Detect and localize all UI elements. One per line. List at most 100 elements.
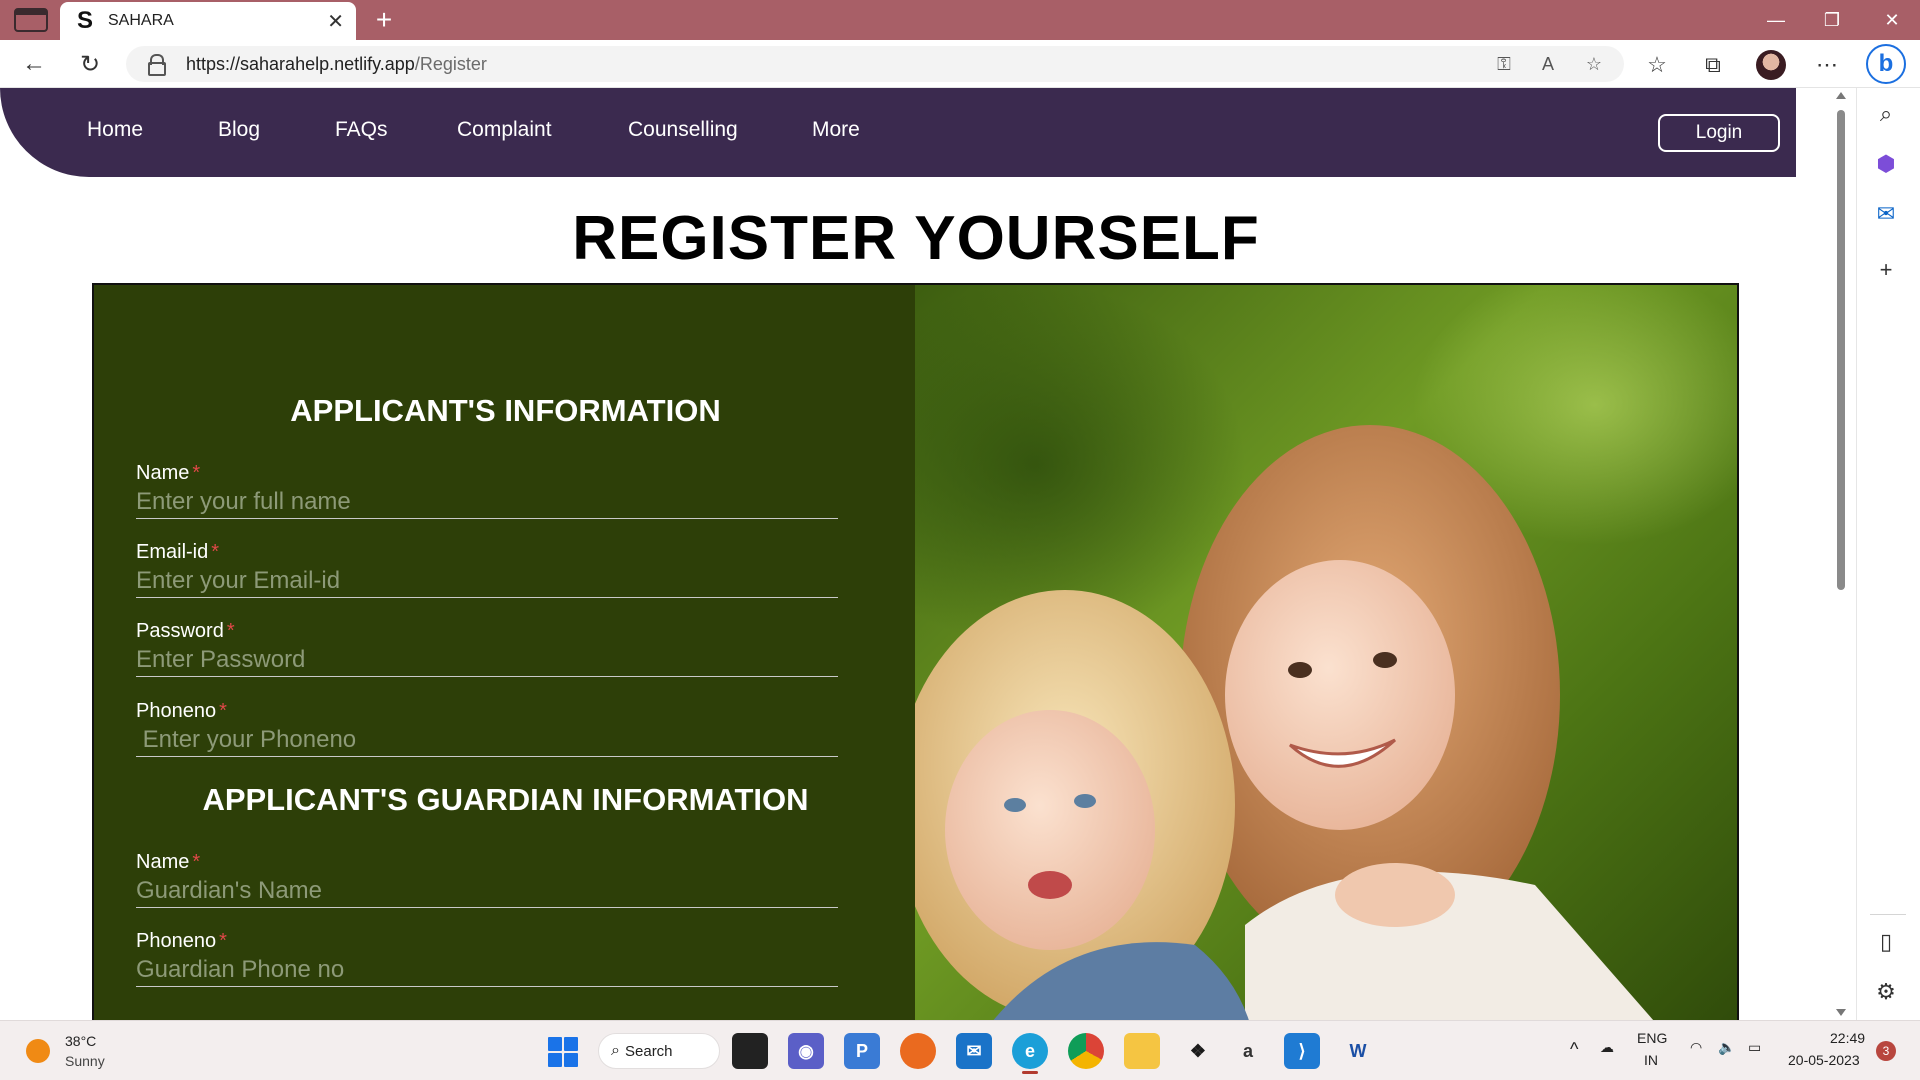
file-explorer-icon[interactable] (1124, 1033, 1160, 1069)
label-text: Phoneno (136, 700, 217, 722)
label-text: Password (136, 620, 224, 642)
browser-tab-bar: S SAHARA ✕ + — ❐ ✕ (0, 0, 1920, 40)
login-button[interactable]: Login (1658, 114, 1780, 152)
applicant-email-input[interactable] (136, 564, 838, 598)
onedrive-icon[interactable]: ☁ (1600, 1039, 1614, 1056)
page-scrollbar[interactable] (1832, 88, 1850, 1020)
taskbar-search-label: Search (625, 1042, 673, 1060)
close-window-button[interactable]: ✕ (1864, 0, 1920, 40)
language-bottom[interactable]: IN (1644, 1052, 1658, 1068)
weather-temperature[interactable]: 38°C (65, 1033, 96, 1049)
collections-icon[interactable]: ⧉ (1696, 48, 1730, 82)
mail-icon[interactable]: ✉ (956, 1033, 992, 1069)
task-view-icon[interactable] (732, 1033, 768, 1069)
bing-chat-icon[interactable]: b (1866, 44, 1906, 84)
label-text: Name (136, 851, 190, 873)
guardian-phone-label: Phoneno * (136, 930, 227, 953)
teams-chat-icon[interactable]: ◉ (788, 1033, 824, 1069)
nav-blog-link[interactable]: Blog (218, 118, 260, 142)
tab-title: SAHARA (108, 12, 174, 29)
lock-icon (148, 54, 166, 76)
nav-counselling-link[interactable]: Counselling (628, 118, 738, 142)
applicant-name-label: Name * (136, 462, 200, 485)
page-title: REGISTER YOURSELF (572, 204, 1260, 273)
label-text: Phoneno (136, 930, 217, 952)
registration-form: APPLICANT'S INFORMATION Name* Email-id* … (92, 283, 915, 1020)
word-icon[interactable]: W (1340, 1033, 1376, 1069)
firefox-icon[interactable] (900, 1033, 936, 1069)
search-icon[interactable]: ⌕ (1870, 98, 1902, 130)
profile-avatar[interactable] (1756, 50, 1786, 80)
password-key-icon[interactable]: ⚿ (1490, 50, 1518, 78)
windows-start-icon[interactable] (548, 1037, 578, 1067)
weather-condition[interactable]: Sunny (65, 1053, 105, 1069)
edge-browser-icon[interactable]: e (1012, 1033, 1048, 1069)
volume-icon[interactable]: 🔈 (1718, 1039, 1735, 1056)
scroll-up-arrow-icon[interactable] (1836, 92, 1846, 99)
required-marker: * (192, 462, 201, 484)
nav-complaint-link[interactable]: Complaint (457, 118, 552, 142)
children-illustration (915, 425, 1654, 1020)
dropbox-icon[interactable]: ❖ (1180, 1033, 1216, 1069)
guardian-name-input[interactable] (136, 874, 838, 908)
guardian-name-label: Name * (136, 851, 200, 874)
children-photo (915, 283, 1739, 1020)
active-app-indicator (1022, 1071, 1038, 1074)
url-text[interactable]: https://saharahelp.netlify.app/Register (186, 54, 487, 75)
required-marker: * (219, 930, 227, 952)
refresh-button[interactable]: ↻ (72, 46, 108, 82)
python-icon[interactable]: P (844, 1033, 880, 1069)
page-viewport: Home Blog FAQs Complaint Counselling Mor… (0, 88, 1832, 1020)
outlook-icon[interactable]: ✉ (1870, 198, 1902, 230)
required-marker: * (219, 700, 227, 722)
browser-toolbar: ← ↻ https://saharahelp.netlify.app/Regis… (0, 40, 1920, 88)
chrome-icon[interactable] (1068, 1033, 1104, 1069)
guardian-section-title: APPLICANT'S GUARDIAN INFORMATION (202, 782, 809, 817)
clock-date[interactable]: 20-05-2023 (1788, 1052, 1860, 1068)
applicant-section-title: APPLICANT'S INFORMATION (290, 393, 721, 428)
browser-tab[interactable]: S SAHARA ✕ (60, 2, 356, 40)
weather-sun-icon[interactable] (26, 1039, 50, 1063)
url-host: https://saharahelp.netlify.app (186, 54, 415, 74)
restore-button[interactable]: ❐ (1804, 0, 1860, 40)
scroll-down-arrow-icon[interactable] (1836, 1009, 1846, 1016)
split-screen-icon[interactable]: ▯ (1870, 926, 1902, 958)
notification-badge[interactable]: 3 (1876, 1041, 1896, 1061)
applicant-name-input[interactable] (136, 485, 838, 519)
windows-taskbar: 38°C Sunny ⌕ Search ◉ P ✉ e ❖ a ⟩ W ^ ☁ E… (0, 1020, 1920, 1080)
back-button[interactable]: ← (16, 46, 52, 82)
vscode-icon[interactable]: ⟩ (1284, 1033, 1320, 1069)
favorites-icon[interactable]: ☆ (1640, 48, 1674, 82)
guardian-phone-input[interactable] (136, 953, 838, 987)
wifi-icon[interactable]: ◠ (1690, 1039, 1702, 1056)
taskbar-search[interactable]: ⌕ Search (598, 1033, 720, 1069)
applicant-phone-input[interactable] (136, 723, 838, 757)
close-tab-icon[interactable]: ✕ (327, 9, 344, 34)
nav-home-link[interactable]: Home (87, 118, 143, 142)
applicant-email-label: Email-id * (136, 541, 219, 564)
minimize-button[interactable]: — (1748, 0, 1804, 40)
battery-icon[interactable]: ▭ (1748, 1039, 1761, 1056)
read-aloud-icon[interactable]: A (1534, 50, 1562, 78)
sidebar-divider (1870, 914, 1906, 915)
label-text: Email-id (136, 541, 209, 563)
label-text: Name (136, 462, 190, 484)
site-favicon-icon: S (76, 7, 93, 34)
language-top[interactable]: ENG (1637, 1030, 1667, 1046)
tray-overflow-icon[interactable]: ^ (1570, 1039, 1578, 1060)
scrollbar-thumb[interactable] (1837, 110, 1845, 590)
nav-more-link[interactable]: More (812, 118, 860, 142)
add-sidebar-app-icon[interactable]: + (1870, 254, 1902, 286)
applicant-password-input[interactable] (136, 643, 838, 677)
more-options-icon[interactable]: ⋯ (1810, 48, 1844, 82)
amazon-icon[interactable]: a (1230, 1033, 1266, 1069)
address-bar[interactable]: https://saharahelp.netlify.app/Register … (126, 46, 1624, 82)
nav-faqs-link[interactable]: FAQs (335, 118, 388, 142)
office-icon[interactable]: ⬢ (1870, 148, 1902, 180)
applicant-password-label: Password * (136, 620, 235, 643)
clock-time[interactable]: 22:49 (1830, 1030, 1865, 1046)
tab-actions-icon[interactable] (14, 8, 48, 32)
settings-gear-icon[interactable]: ⚙ (1870, 976, 1902, 1008)
new-tab-button[interactable]: + (368, 4, 400, 36)
add-favorite-icon[interactable]: ☆ (1580, 50, 1608, 78)
